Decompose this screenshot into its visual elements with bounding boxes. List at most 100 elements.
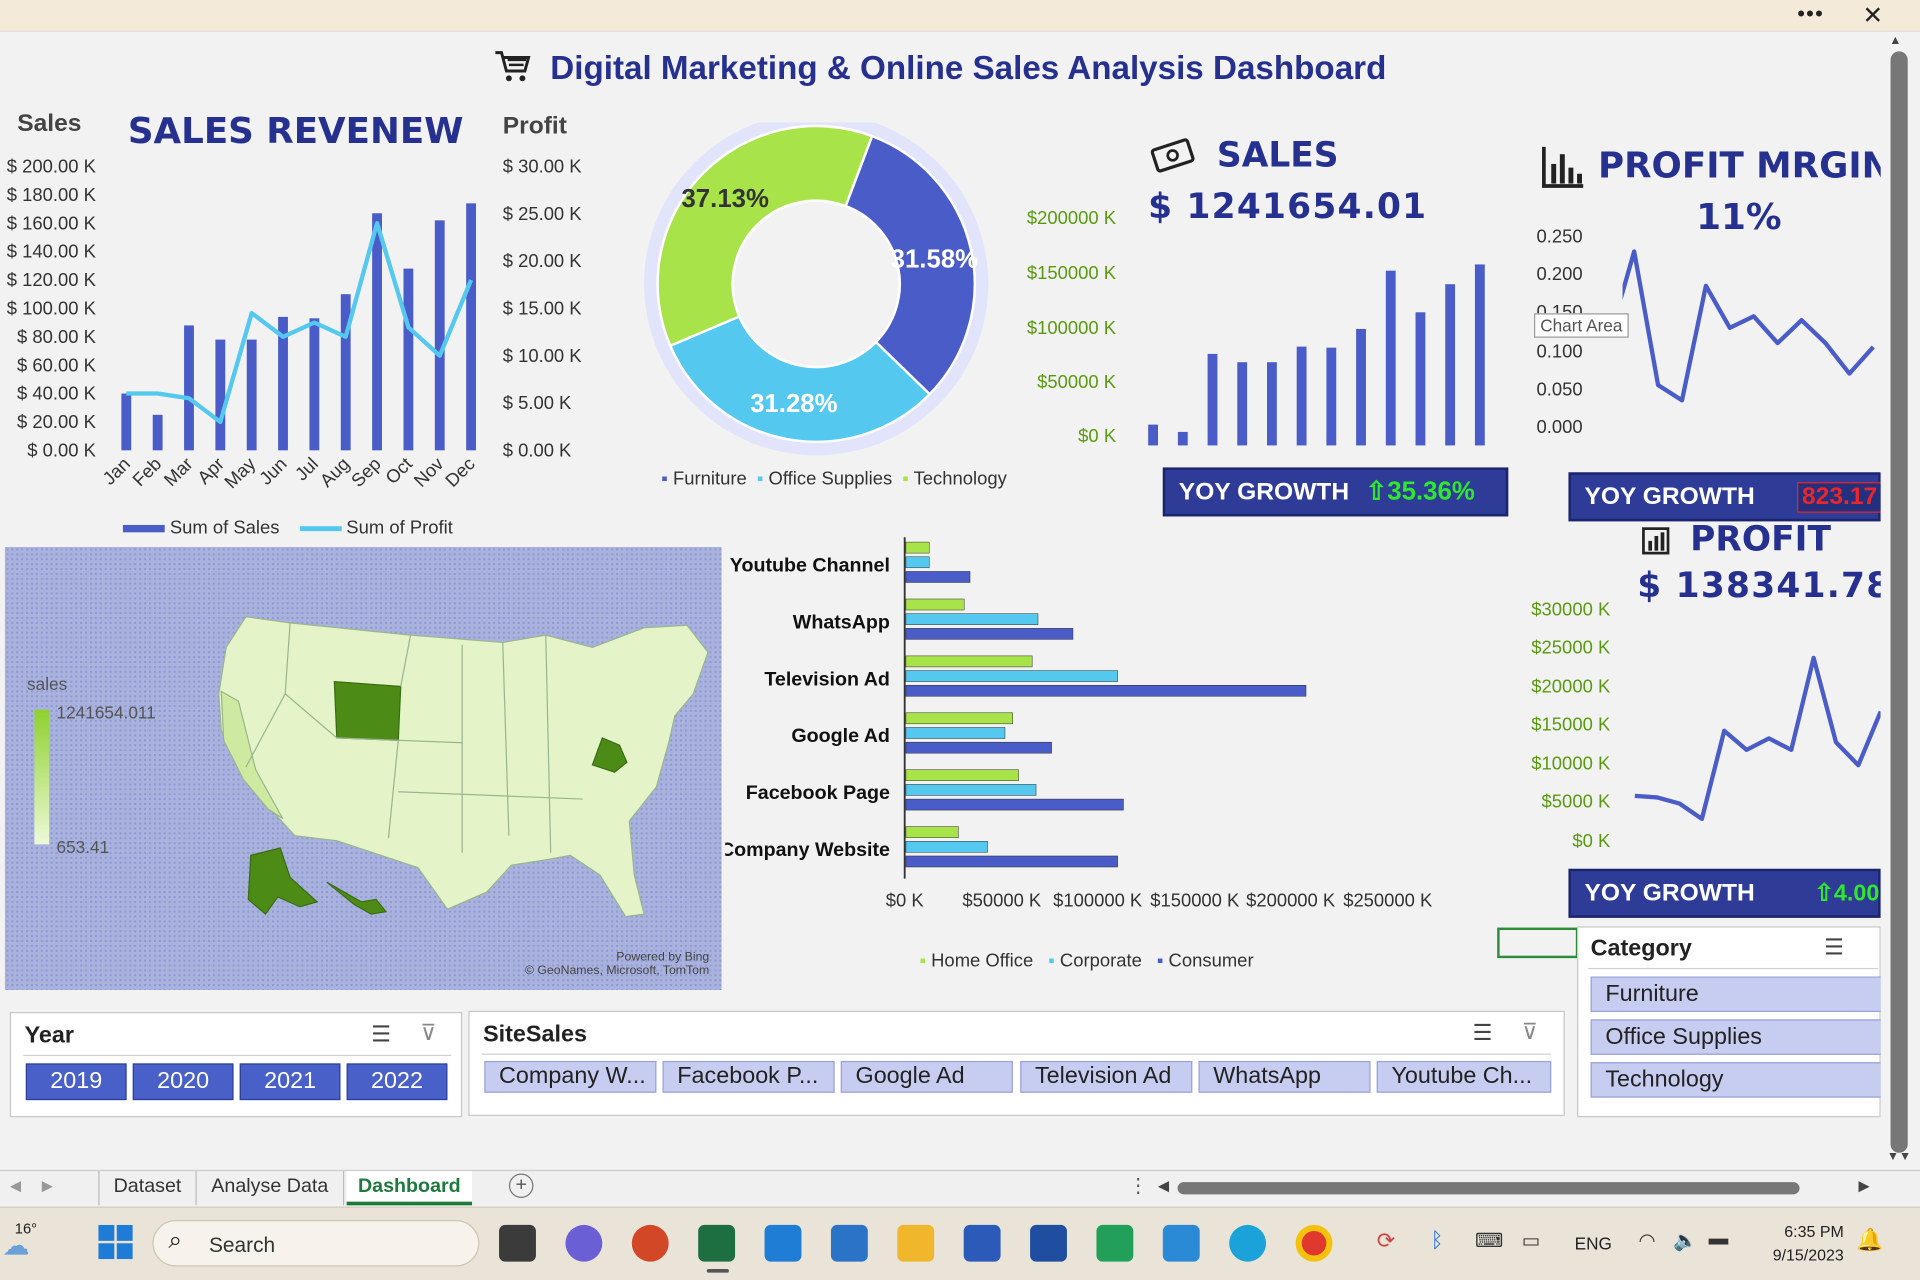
profit-margin-chart[interactable]	[1622, 226, 1881, 446]
category-donut-chart[interactable]: 31.58% 31.28% 37.13%	[639, 122, 1008, 465]
excel-file-icon[interactable]	[1096, 1224, 1134, 1262]
language-indicator[interactable]: ENG	[1575, 1233, 1612, 1253]
year-2020-button[interactable]: 2020	[132, 1063, 234, 1101]
volume-icon[interactable]: 🔈	[1673, 1229, 1697, 1253]
sales-revenue-heading: SALES REVENEW	[127, 110, 464, 152]
selected-cell[interactable]	[1497, 927, 1579, 959]
month-label: May	[220, 452, 260, 492]
sales-axis-tick: $ 120.00 K	[7, 269, 97, 290]
battery-icon[interactable]: ▬	[1709, 1229, 1729, 1251]
site-television-ad-button[interactable]: Television Ad	[1020, 1060, 1193, 1093]
sales-bar	[434, 220, 445, 451]
tab-dataset[interactable]: Dataset	[98, 1171, 197, 1206]
notification-icon[interactable]: 🔔	[1856, 1227, 1884, 1253]
powerpoint-icon[interactable]	[631, 1224, 669, 1262]
sales-tick: $150000 K	[1026, 263, 1117, 284]
multi-select-icon[interactable]: ☰	[371, 1022, 391, 1048]
month-label: Mar	[159, 453, 196, 490]
excel-icon[interactable]	[698, 1224, 736, 1262]
year-2021-button[interactable]: 2021	[239, 1063, 341, 1101]
year-2022-button[interactable]: 2022	[346, 1063, 448, 1101]
search-placeholder: Search	[208, 1233, 276, 1257]
tab-analyse-data[interactable]: Analyse Data	[197, 1171, 345, 1206]
multi-select-icon[interactable]: ☰	[1473, 1021, 1493, 1047]
vertical-scrollbar[interactable]: ▲ ▼▼	[1880, 31, 1920, 1170]
site-sales-bar	[905, 727, 1006, 739]
bluetooth-icon[interactable]: ᛒ	[1431, 1229, 1444, 1253]
sales-total-value: $ 1241654.01	[1148, 186, 1428, 227]
chrome-icon[interactable]	[1295, 1224, 1333, 1262]
scroll-thumb[interactable]	[1890, 51, 1908, 1153]
sales-map[interactable]: sales 1241654.011 653.41 Powered by Bing…	[4, 546, 722, 990]
scroll-down-icon[interactable]: ▼▼	[1887, 1150, 1911, 1163]
hscroll-right-icon[interactable]: ▶	[1859, 1177, 1870, 1194]
wifi-icon[interactable]: ◠	[1639, 1229, 1656, 1253]
site-youtube-channel-button[interactable]: Youtube Ch...	[1376, 1060, 1552, 1093]
word-doc-icon[interactable]	[1030, 1224, 1067, 1262]
close-button[interactable]: ✕	[1863, 0, 1884, 31]
tab-splitter-icon[interactable]: ⋮	[1128, 1174, 1148, 1198]
category-furniture-button[interactable]: Furniture	[1590, 976, 1882, 1012]
site-sales-bar	[905, 541, 930, 554]
profit-line-chart[interactable]	[1623, 600, 1881, 857]
multi-select-icon[interactable]: ☰	[1824, 935, 1844, 961]
clear-filter-icon[interactable]: ⊽	[1522, 1019, 1538, 1045]
tab-scroll-left-icon[interactable]: ◀	[10, 1177, 21, 1194]
slicer-divider	[481, 1053, 1552, 1055]
horizontal-scroll-thumb[interactable]	[1177, 1182, 1800, 1195]
site-sales-bar	[905, 784, 1037, 796]
year-2019-button[interactable]: 2019	[25, 1063, 127, 1101]
store-icon[interactable]	[830, 1224, 868, 1262]
clock[interactable]: 6:35 PM 9/15/2023	[1755, 1220, 1844, 1267]
scroll-up-icon[interactable]: ▲	[1889, 34, 1901, 47]
category-slicer: Category ☰ Furniture Office Supplies Tec…	[1577, 926, 1882, 1118]
site-sales-bar-chart[interactable]: Youtube Channel WhatsApp Television Ad Goog…	[725, 532, 1487, 936]
edge-icon[interactable]	[1229, 1224, 1267, 1262]
tab-scroll-right-icon[interactable]: ▶	[42, 1177, 53, 1194]
sales-axis-tick: $ 200.00 K	[7, 156, 97, 177]
site-sales-bar	[905, 613, 1039, 625]
site-whatsapp-button[interactable]: WhatsApp	[1198, 1060, 1371, 1093]
site-company-website-button[interactable]: Company W...	[484, 1060, 657, 1093]
keyboard-icon[interactable]: ⌨	[1475, 1229, 1503, 1253]
sales-revenue-chart[interactable]: $ 200.00 K $ 180.00 K $ 160.00 K $ 140.00 K…	[0, 147, 639, 551]
site-facebook-page-button[interactable]: Facebook P...	[662, 1060, 835, 1093]
site-sales-bar	[905, 685, 1307, 697]
profit-heading: PROFIT	[1690, 518, 1831, 560]
sales-axis-title: Sales	[17, 110, 82, 138]
sales-mini-bar	[1445, 284, 1456, 446]
profit-margin-heading: PROFIT MRGIN	[1597, 144, 1892, 187]
month-label: Sep	[347, 453, 385, 491]
clear-filter-icon[interactable]: ⊽	[420, 1021, 436, 1047]
taskbar-search-box[interactable]: ⌕ Search	[152, 1220, 480, 1267]
profit-line	[126, 221, 474, 425]
start-icon[interactable]	[98, 1224, 133, 1265]
mail-icon[interactable]	[764, 1224, 802, 1262]
sales-mini-chart[interactable]	[1131, 233, 1500, 453]
profit-axis-tick: $ 30.00 K	[503, 156, 583, 177]
add-sheet-icon[interactable]: +	[508, 1173, 534, 1199]
file-explorer-icon[interactable]	[897, 1224, 935, 1262]
sales-mini-bar	[1415, 312, 1426, 446]
bar-chart-icon	[1541, 144, 1585, 194]
site-google-ad-button[interactable]: Google Ad	[840, 1060, 1013, 1093]
display-icon[interactable]: ▭	[1522, 1229, 1541, 1253]
category-office-supplies-button[interactable]: Office Supplies	[1590, 1019, 1882, 1055]
chat-icon[interactable]	[565, 1224, 603, 1262]
legend-consumer-label: Consumer	[1168, 950, 1254, 972]
sales-mini-bar	[1177, 431, 1188, 446]
legend-home-label: Home Office	[931, 950, 1034, 972]
more-options-button[interactable]: •••	[1797, 1, 1824, 27]
sheet-tab-bar: ◀ ▶ Dataset Analyse Data Dashboard + ⋮ ◀…	[0, 1169, 1920, 1206]
hscroll-left-icon[interactable]: ◀	[1158, 1177, 1169, 1194]
category-technology-button[interactable]: Technology	[1590, 1062, 1882, 1098]
profit-yoy-banner: YOY GROWTH ⇧4.00	[1568, 868, 1881, 918]
task-view-icon[interactable]	[499, 1224, 536, 1262]
month-label: Nov	[409, 452, 448, 490]
vscode-icon[interactable]	[1162, 1224, 1200, 1262]
x-axis-tick: $0 K	[886, 890, 925, 911]
sales-bar	[184, 325, 194, 451]
word-icon[interactable]	[963, 1224, 1001, 1262]
tab-dashboard[interactable]: Dashboard	[346, 1171, 473, 1206]
sync-icon[interactable]: ⟳	[1377, 1229, 1396, 1255]
